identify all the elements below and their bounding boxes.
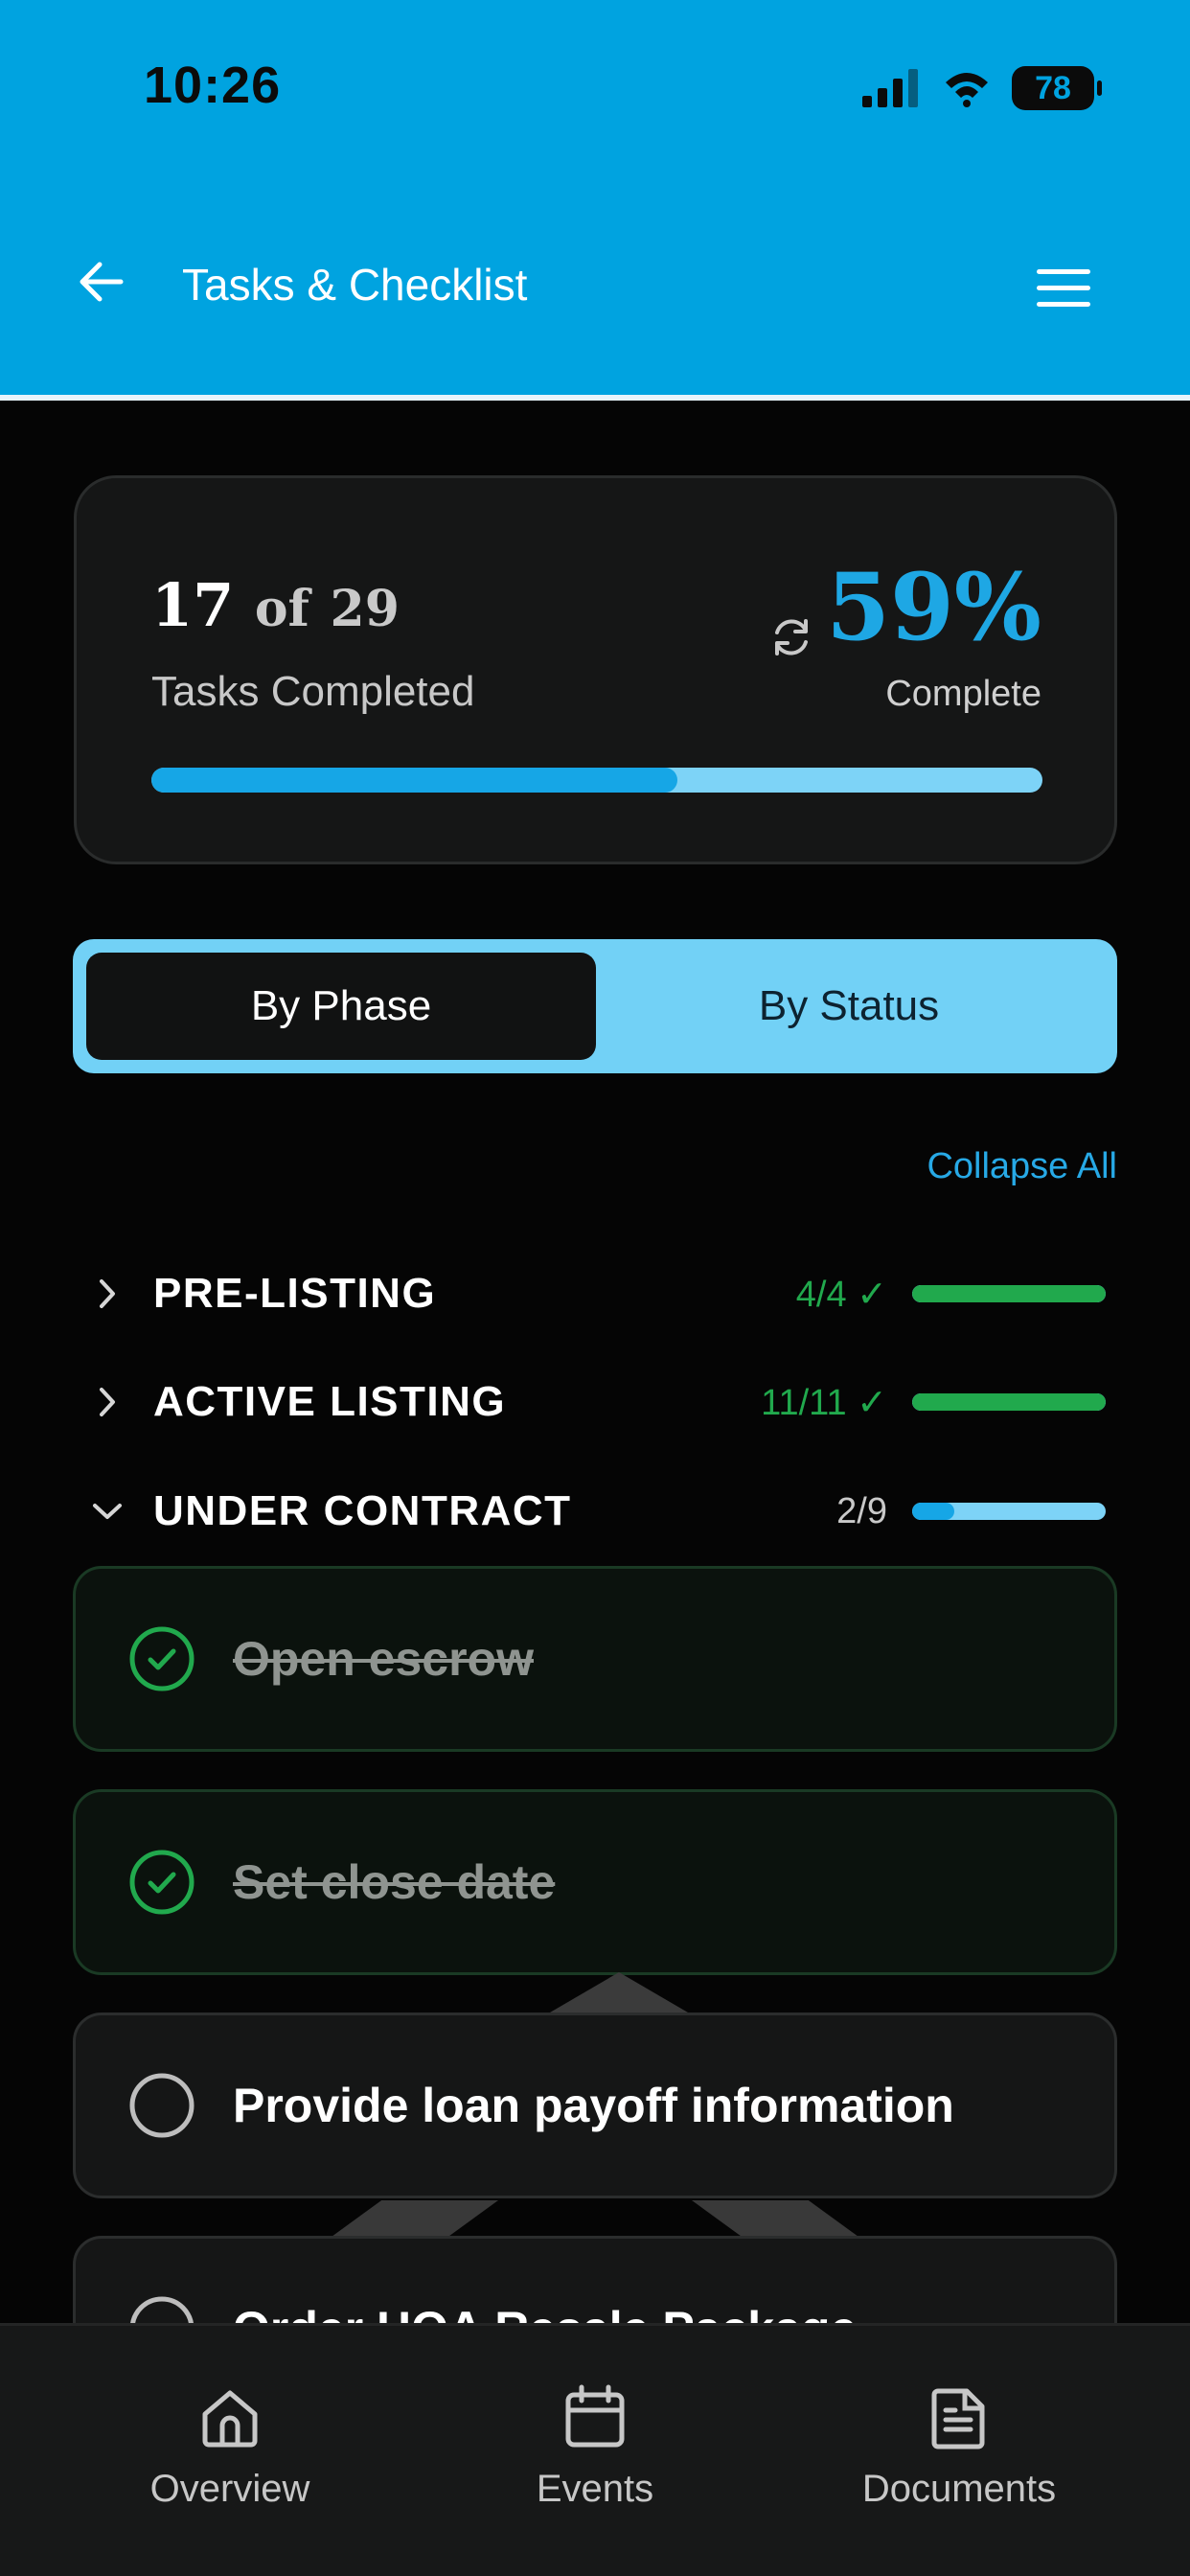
- phase-progress-fill: [912, 1503, 955, 1520]
- phase-progress-fill: [912, 1285, 1106, 1302]
- nav-overview[interactable]: Overview: [86, 2383, 374, 2511]
- completed-number: 17: [151, 570, 235, 640]
- battery-indicator: 78: [1012, 66, 1102, 110]
- cellular-signal-icon: [862, 69, 918, 107]
- task-title: Set close date: [233, 1855, 556, 1909]
- progress-summary-card: 17 of 29 Tasks Completed 59% Complete: [74, 475, 1117, 864]
- refresh-button[interactable]: [761, 607, 822, 668]
- task-card[interactable]: Set close date: [73, 1789, 1117, 1975]
- total-number: 29: [330, 580, 400, 638]
- task-card[interactable]: Provide loan payoff information: [73, 2012, 1117, 2198]
- header-divider: [0, 395, 1190, 401]
- phase-progress-fill: [912, 1393, 1106, 1411]
- collapse-all-link[interactable]: Collapse All: [927, 1146, 1117, 1187]
- nav-documents[interactable]: Documents: [815, 2383, 1103, 2511]
- chevron-down-icon: [73, 1498, 142, 1525]
- phase-progress-bar: [912, 1285, 1106, 1302]
- status-icons: 78: [860, 63, 1102, 113]
- of-text: of: [254, 580, 309, 638]
- phase-name: ACTIVE LISTING: [153, 1378, 507, 1425]
- hamburger-menu-icon: [1037, 269, 1090, 307]
- phase-count: 4/4 ✓: [795, 1274, 887, 1315]
- task-card[interactable]: Open escrow: [73, 1566, 1117, 1752]
- back-button[interactable]: [75, 255, 128, 309]
- drag-indicator: [550, 1972, 688, 2012]
- overall-progress-fill: [151, 768, 677, 793]
- app-header: 10:26 78 Tasks & Checklist: [0, 0, 1190, 397]
- battery-level: 78: [1035, 69, 1071, 106]
- phase-progress-bar: [912, 1393, 1106, 1411]
- drag-shadow-right: [692, 2200, 858, 2237]
- drag-shadow-left: [332, 2200, 498, 2237]
- percent-complete: 59%: [826, 553, 1041, 661]
- chevron-right-icon: [73, 1276, 142, 1311]
- home-icon: [202, 2390, 258, 2448]
- by-phase-tab[interactable]: By Phase: [86, 953, 596, 1060]
- refresh-icon: [775, 619, 808, 656]
- arrow-left-icon: [80, 262, 124, 302]
- status-time: 10:26: [144, 57, 282, 114]
- percent-complete-label: Complete: [885, 674, 1041, 714]
- phase-row-under-contract[interactable]: UNDER CONTRACT 2/9: [73, 1473, 1117, 1550]
- document-icon: [931, 2388, 985, 2450]
- by-status-tab[interactable]: By Status: [594, 953, 1104, 1060]
- phase-progress-bar: [912, 1503, 1106, 1520]
- calendar-icon: [565, 2384, 625, 2448]
- menu-button[interactable]: [1033, 261, 1094, 314]
- wifi-icon: [946, 73, 988, 107]
- nav-events[interactable]: Events: [451, 2383, 739, 2511]
- nav-label: Documents: [861, 2468, 1057, 2510]
- phase-name: UNDER CONTRACT: [153, 1487, 572, 1534]
- task-title: Provide loan payoff information: [233, 2079, 954, 2132]
- checked-circle-icon[interactable]: [127, 1624, 196, 1693]
- phase-row-pre-listing[interactable]: PRE-LISTING 4/4 ✓: [73, 1255, 1117, 1332]
- page-title: Tasks & Checklist: [182, 260, 528, 310]
- phase-count: 11/11 ✓: [761, 1382, 887, 1423]
- chevron-right-icon: [73, 1385, 142, 1419]
- tasks-completed-label: Tasks Completed: [151, 668, 475, 715]
- tasks-completed-count: 17 of 29: [151, 570, 400, 640]
- nav-label: Events: [536, 2468, 654, 2510]
- phase-name: PRE-LISTING: [153, 1270, 437, 1317]
- view-toggle: By Phase By Status: [73, 939, 1117, 1073]
- checked-circle-icon[interactable]: [127, 1848, 196, 1917]
- bottom-navigation: Overview Events Documents: [0, 2323, 1190, 2576]
- phase-count: 2/9: [836, 1490, 887, 1531]
- task-title: Open escrow: [233, 1632, 534, 1686]
- phase-row-active-listing[interactable]: ACTIVE LISTING 11/11 ✓: [73, 1364, 1117, 1440]
- empty-circle-icon[interactable]: [127, 2071, 196, 2140]
- nav-label: Overview: [149, 2468, 310, 2510]
- overall-progress-bar: [151, 768, 1042, 793]
